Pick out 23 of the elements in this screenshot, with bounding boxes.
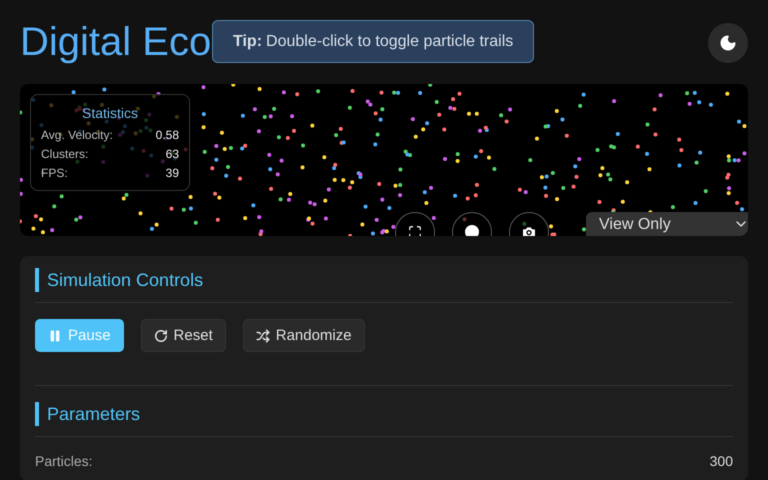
randomize-icon [256,328,270,342]
view-mode-select[interactable]: View Only [586,212,748,236]
randomize-button[interactable]: Randomize [242,319,365,352]
tip-tooltip: Tip: Double-click to toggle particle trails [212,20,534,63]
reset-button[interactable]: Reset [140,319,226,352]
stat-value: 0.58 [156,128,179,142]
stat-value: 39 [166,166,179,180]
stat-label: Clusters: [41,147,88,161]
pause-icon [48,328,62,342]
parameter-value: 300 [710,453,733,469]
statistics-title: Statistics [80,105,139,121]
fullscreen-icon [408,225,422,236]
stat-value: 63 [166,147,179,161]
simulation-canvas[interactable]: Statistics Avg. Velocity: 0.58 Clusters: 63 FPS: 39 View Only [20,84,748,236]
moon-icon[interactable] [708,22,748,62]
camera-icon [521,224,537,236]
section-heading: Parameters [35,402,733,426]
section-heading: Simulation Controls [35,268,733,292]
reset-icon [154,328,168,342]
parameter-label: Particles: [35,453,93,469]
app-title: Digital Eco [20,20,212,65]
stat-label: Avg. Velocity: [41,128,113,142]
stat-label: FPS: [41,166,68,180]
